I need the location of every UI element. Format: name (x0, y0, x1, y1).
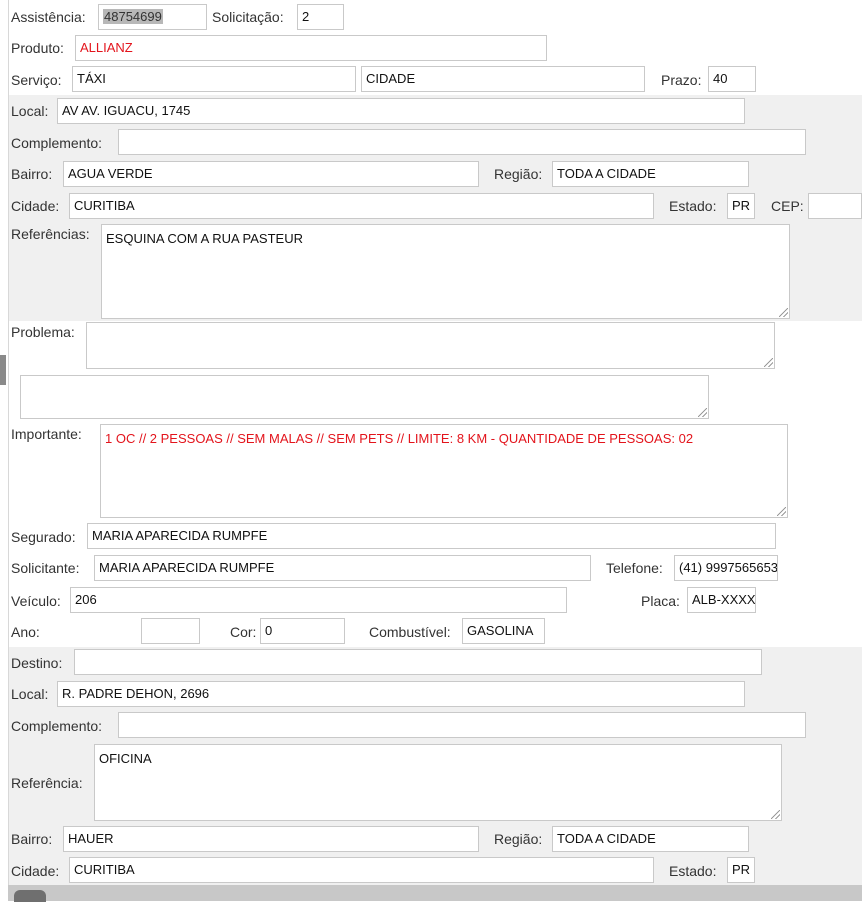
origem-referencias-text: ESQUINA COM A RUA PASTEUR (106, 231, 303, 246)
destino-referencia-label: Referência: (11, 775, 83, 791)
origem-cep-label: CEP: (771, 198, 804, 214)
destino-referencia-text: OFICINA (99, 751, 152, 766)
destino-estado-label: Estado: (669, 863, 717, 879)
problema-detalhe-textarea[interactable] (20, 375, 709, 419)
destino-complemento-label: Complemento: (11, 718, 103, 734)
origem-cidade-field[interactable]: CURITIBA (69, 193, 654, 219)
produto-field[interactable]: ALLIANZ (75, 35, 547, 61)
splitter-handle-icon[interactable] (0, 355, 6, 385)
cor-field[interactable]: 0 (260, 618, 345, 644)
origem-referencias-label: Referências: (11, 226, 90, 242)
destino-cidade-label: Cidade: (11, 863, 60, 879)
segurado-field[interactable]: MARIA APARECIDA RUMPFE (87, 523, 776, 549)
origem-local-field[interactable]: AV AV. IGUACU, 1745 (57, 98, 745, 124)
cor-label: Cor: (230, 624, 257, 640)
servico-tipo-field[interactable]: CIDADE (361, 66, 645, 92)
assistencia-value: 48754699 (103, 9, 163, 24)
destino-regiao-label: Região: (494, 831, 543, 847)
servico-field[interactable]: TÁXI (72, 66, 356, 92)
resize-grip-icon[interactable] (771, 810, 780, 819)
ano-label: Ano: (11, 624, 40, 640)
prazo-label: Prazo: (661, 72, 702, 88)
left-splitter[interactable] (0, 0, 9, 901)
toolbar-handle-icon[interactable] (14, 890, 46, 902)
problema-textarea[interactable] (86, 322, 775, 369)
origem-complemento-field[interactable] (118, 129, 806, 155)
destino-referencia-textarea[interactable]: OFICINA (94, 744, 782, 821)
solicitante-field[interactable]: MARIA APARECIDA RUMPFE (94, 555, 591, 581)
assistencia-label: Assistência: (11, 9, 86, 25)
origem-regiao-field[interactable]: TODA A CIDADE (552, 161, 749, 187)
origem-regiao-label: Região: (494, 166, 543, 182)
origem-estado-field[interactable]: PR (727, 193, 755, 219)
veiculo-field[interactable]: 206 (70, 587, 567, 613)
servico-label: Serviço: (11, 72, 62, 88)
destino-local-label: Local: (11, 686, 49, 702)
destino-cidade-field[interactable]: CURITIBA (69, 857, 654, 883)
assistencia-field[interactable]: 48754699 (98, 4, 207, 30)
problema-label: Problema: (11, 324, 75, 340)
origem-referencias-textarea[interactable]: ESQUINA COM A RUA PASTEUR (101, 224, 790, 319)
destino-bairro-field[interactable]: HAUER (63, 826, 479, 852)
resize-grip-icon[interactable] (764, 358, 773, 367)
origem-cep-field[interactable] (808, 193, 862, 219)
placa-label: Placa: (641, 593, 680, 609)
solicitante-label: Solicitante: (11, 560, 80, 576)
origem-local-label: Local: (11, 103, 49, 119)
importante-label: Importante: (11, 426, 82, 442)
solicitacao-label: Solicitação: (212, 9, 284, 25)
origem-complemento-label: Complemento: (11, 135, 103, 151)
origem-cidade-label: Cidade: (11, 198, 60, 214)
combustivel-label: Combustível: (369, 624, 451, 640)
destino-regiao-field[interactable]: TODA A CIDADE (552, 826, 749, 852)
segurado-label: Segurado: (11, 529, 76, 545)
ano-field[interactable] (141, 618, 200, 644)
destino-complemento-field[interactable] (118, 712, 806, 738)
placa-field[interactable]: ALB-XXXX (687, 587, 756, 613)
resize-grip-icon[interactable] (698, 408, 707, 417)
telefone-label: Telefone: (606, 560, 663, 576)
prazo-field[interactable]: 40 (708, 66, 756, 92)
veiculo-label: Veículo: (11, 593, 61, 609)
origem-estado-label: Estado: (669, 198, 717, 214)
resize-grip-icon[interactable] (777, 507, 786, 516)
bottom-toolbar (8, 885, 862, 901)
destino-bairro-label: Bairro: (11, 831, 53, 847)
origem-bairro-label: Bairro: (11, 166, 53, 182)
solicitacao-field[interactable]: 2 (297, 4, 344, 30)
combustivel-field[interactable]: GASOLINA (462, 618, 545, 644)
importante-textarea[interactable]: 1 OC // 2 PESSOAS // SEM MALAS // SEM PE… (100, 424, 788, 518)
origem-bairro-field[interactable]: AGUA VERDE (63, 161, 479, 187)
produto-label: Produto: (11, 40, 64, 56)
destino-local-field[interactable]: R. PADRE DEHON, 2696 (57, 681, 745, 707)
resize-grip-icon[interactable] (779, 308, 788, 317)
destino-estado-field[interactable]: PR (727, 857, 755, 883)
telefone-field[interactable]: (41) 99975656539 (674, 555, 778, 581)
destino-label: Destino: (11, 655, 63, 671)
importante-text: 1 OC // 2 PESSOAS // SEM MALAS // SEM PE… (105, 431, 694, 446)
destino-field[interactable] (74, 649, 762, 675)
